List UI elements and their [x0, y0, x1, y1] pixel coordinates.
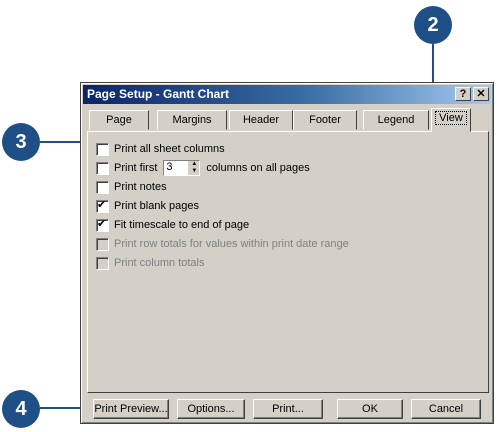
tab-footer[interactable]: Footer	[293, 110, 357, 130]
view-tab-panel: Print all sheet columns Print first 3 ▲ …	[87, 131, 489, 393]
tab-header[interactable]: Header	[229, 110, 293, 130]
callout-2: 2	[414, 6, 452, 44]
print-column-totals-label: Print column totals	[114, 257, 205, 269]
print-first-checkbox[interactable]	[96, 161, 109, 175]
print-first-label: Print first	[114, 162, 158, 174]
callout-4: 4	[2, 390, 40, 428]
option-print-blank-pages[interactable]: Print blank pages	[96, 198, 199, 213]
help-button[interactable]: ?	[455, 87, 471, 101]
spin-up-icon[interactable]: ▲	[189, 161, 199, 168]
fit-timescale-checkbox[interactable]	[96, 217, 109, 232]
tab-legend[interactable]: Legend	[363, 110, 429, 130]
option-print-row-totals: Print row totals for values within print…	[96, 237, 349, 251]
print-column-totals-checkbox	[96, 256, 109, 270]
tab-view[interactable]: View	[431, 108, 471, 132]
print-row-totals-checkbox	[96, 237, 109, 251]
tab-page[interactable]: Page	[89, 110, 149, 130]
print-blank-pages-checkbox[interactable]	[96, 198, 109, 213]
options-button[interactable]: Options...	[177, 399, 245, 419]
cancel-button[interactable]: Cancel	[411, 399, 481, 419]
option-print-all-columns[interactable]: Print all sheet columns	[96, 142, 225, 156]
callout-3: 3	[2, 123, 40, 161]
dialog-title: Page Setup - Gantt Chart	[87, 87, 230, 101]
print-blank-pages-label: Print blank pages	[114, 200, 199, 212]
option-fit-timescale[interactable]: Fit timescale to end of page	[96, 217, 250, 232]
print-all-columns-checkbox[interactable]	[96, 142, 109, 156]
print-notes-checkbox[interactable]	[96, 180, 109, 194]
title-bar: Page Setup - Gantt Chart ? ✕	[83, 85, 491, 104]
print-all-columns-label: Print all sheet columns	[114, 143, 225, 155]
option-print-notes[interactable]: Print notes	[96, 180, 167, 194]
print-row-totals-label: Print row totals for values within print…	[114, 238, 349, 250]
tab-strip: Page Margins Header Footer Legend View	[87, 108, 487, 132]
page-setup-dialog: Page Setup - Gantt Chart ? ✕ Page Margin…	[80, 82, 494, 424]
option-print-first[interactable]: Print first 3 ▲ ▼ columns on all pages	[96, 160, 310, 176]
ok-button[interactable]: OK	[337, 399, 403, 419]
print-button[interactable]: Print...	[253, 399, 323, 419]
option-print-column-totals: Print column totals	[96, 256, 204, 270]
print-first-stepper[interactable]: 3 ▲ ▼	[163, 160, 201, 176]
fit-timescale-label: Fit timescale to end of page	[114, 219, 250, 231]
print-notes-label: Print notes	[114, 181, 167, 193]
print-first-value[interactable]: 3	[164, 161, 188, 175]
tab-view-label: View	[435, 111, 467, 125]
tab-margins[interactable]: Margins	[157, 110, 227, 130]
columns-on-all-pages-label: columns on all pages	[206, 162, 310, 174]
print-preview-button[interactable]: Print Preview...	[93, 399, 169, 419]
close-button[interactable]: ✕	[473, 87, 489, 101]
spin-down-icon[interactable]: ▼	[189, 168, 199, 175]
